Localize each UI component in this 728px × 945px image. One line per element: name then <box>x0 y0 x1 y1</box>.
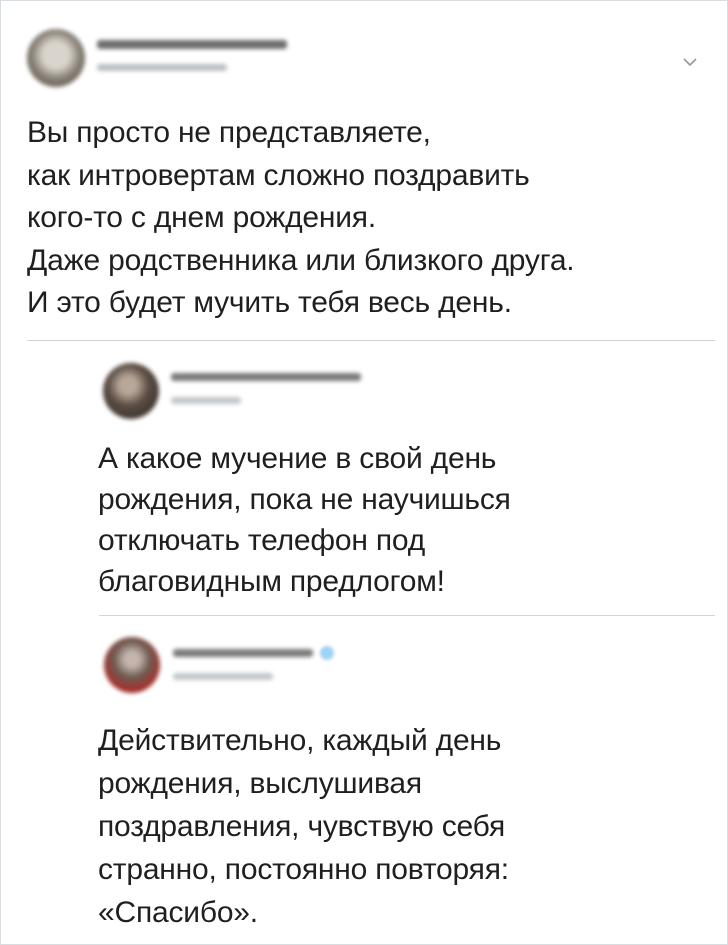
text-line: рождения, пока не научишься <box>98 483 511 516</box>
verified-badge-icon <box>320 646 334 660</box>
text-line: отключать телефон под <box>98 524 426 557</box>
text-line: странно, постоянно повторяя: <box>98 853 509 886</box>
text-line: рождения, выслушивая <box>98 767 422 800</box>
reply-1-text: А какое мучение в свой день рождения, по… <box>98 438 511 602</box>
text-line: Действительно, каждый день <box>98 724 502 757</box>
text-line: как интровертам сложно поздравить <box>27 158 530 192</box>
text-line: кого-то с днем рождения. <box>27 201 376 234</box>
main-author-handle[interactable] <box>97 64 227 71</box>
reply-1-author-avatar[interactable] <box>103 363 159 419</box>
reply-1-author-handle[interactable] <box>171 397 241 404</box>
text-line: Вы просто не представляете, <box>27 116 431 149</box>
divider <box>27 340 715 341</box>
chevron-down-icon[interactable] <box>683 57 697 67</box>
tweet-card: Вы просто не представляете, как интровер… <box>0 0 728 945</box>
text-line: поздравления, чувствую себя <box>98 810 506 843</box>
reply-1-author-name[interactable] <box>171 373 361 381</box>
text-line: «Спасибо». <box>98 896 258 929</box>
text-line: благовидным предлогом! <box>98 565 445 598</box>
reply-2-author-handle[interactable] <box>173 673 273 680</box>
reply-2-author-name[interactable] <box>173 649 313 657</box>
text-line: А какое мучение в свой день <box>98 442 497 475</box>
text-line: И это будет мучить тебя весь день. <box>27 286 512 319</box>
text-line: Даже родственника или близкого друга. <box>27 243 575 277</box>
reply-2-author-avatar[interactable] <box>104 637 160 693</box>
main-author-name[interactable] <box>97 40 287 49</box>
divider <box>99 615 715 616</box>
main-tweet-text: Вы просто не представляете, как интровер… <box>27 112 575 325</box>
reply-2-text: Действительно, каждый день рождения, выс… <box>98 719 509 934</box>
main-author-avatar[interactable] <box>27 29 85 87</box>
